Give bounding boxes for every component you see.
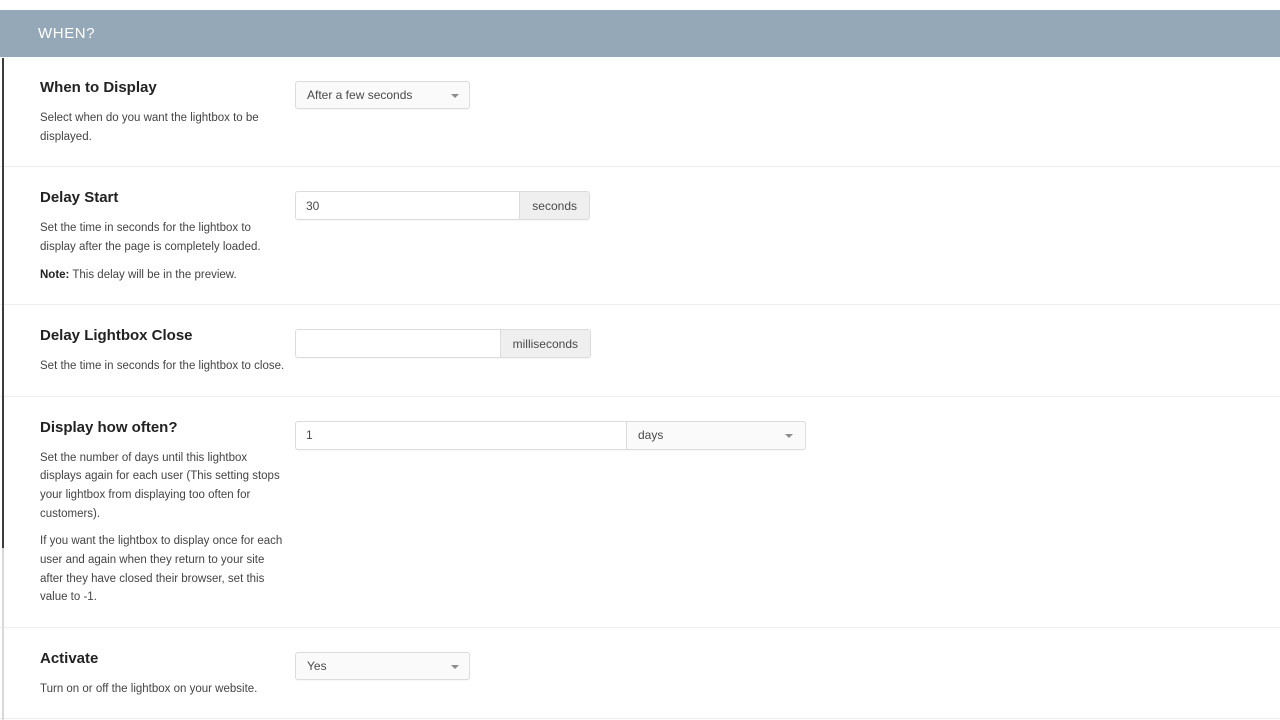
section-display-how-often: Display how often? Set the number of day…: [0, 396, 1280, 628]
display-how-often-description-1: Set the number of days until this lightb…: [40, 451, 280, 520]
section-activate: Activate Turn on or off the lightbox on …: [0, 627, 1280, 720]
section-delay-start: Delay Start Set the time in seconds for …: [0, 167, 1280, 306]
chevron-down-icon: [451, 664, 459, 669]
display-how-often-title: Display how often?: [40, 418, 178, 436]
top-spacer: [0, 0, 1280, 10]
display-how-often-unit-select[interactable]: days: [627, 420, 806, 450]
delay-start-input[interactable]: [296, 192, 520, 220]
delay-lightbox-close-title: Delay Lightbox Close: [40, 327, 193, 345]
delay-lightbox-close-unit-addon: milliseconds: [499, 330, 590, 358]
settings-page: WHEN? When to Display Select when do you…: [0, 0, 1280, 720]
delay-start-input-group[interactable]: seconds: [295, 191, 590, 221]
delay-lightbox-close-input[interactable]: [296, 330, 500, 358]
delay-start-note-text: This delay will be in the preview.: [69, 268, 237, 281]
activate-select-value: Yes: [307, 658, 327, 673]
section-delay-lightbox-close: Delay Lightbox Close Set the time in sec…: [0, 305, 1280, 397]
chevron-down-icon: [451, 94, 459, 98]
activate-description: Turn on or off the lightbox on your webs…: [40, 682, 258, 695]
panel-header: WHEN?: [0, 10, 1280, 57]
panel-header-title: WHEN?: [38, 25, 96, 42]
when-to-display-description: Select when do you want the lightbox to …: [40, 112, 259, 143]
when-to-display-select[interactable]: After a few seconds: [295, 81, 470, 109]
delay-start-title: Delay Start: [40, 189, 119, 207]
display-how-often-input[interactable]: [296, 421, 626, 449]
when-to-display-title: When to Display: [40, 79, 157, 96]
delay-start-note: Note: This delay will be in the preview.: [40, 266, 285, 285]
delay-lightbox-close-input-group[interactable]: milliseconds: [295, 329, 591, 359]
chevron-down-icon: [785, 433, 793, 438]
activate-select[interactable]: Yes: [295, 651, 470, 680]
delay-lightbox-close-description: Set the time in seconds for the lightbox…: [40, 360, 285, 373]
display-how-often-control: days: [295, 420, 1280, 450]
delay-start-description: Set the time in seconds for the lightbox…: [40, 222, 261, 253]
page-left-edge-strip-lower: [2, 548, 4, 720]
page-left-edge-strip: [2, 58, 4, 548]
activate-title: Activate: [40, 649, 99, 667]
display-how-often-description-2: If you want the lightbox to display once…: [40, 535, 283, 604]
when-to-display-select-value: After a few seconds: [307, 88, 413, 102]
delay-start-note-label: Note:: [40, 268, 70, 281]
delay-start-unit-addon: seconds: [519, 192, 589, 220]
section-when-to-display: When to Display Select when do you want …: [0, 57, 1280, 168]
display-how-often-unit-value: days: [638, 427, 664, 442]
display-how-often-number-box[interactable]: [295, 420, 627, 450]
